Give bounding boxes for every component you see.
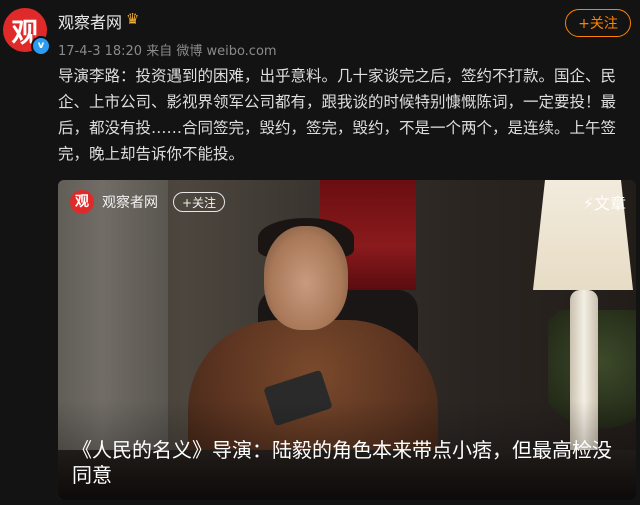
account-name[interactable]: 观察者网 [58, 9, 122, 33]
verified-badge-icon: v [31, 36, 51, 56]
video-still-face [264, 226, 348, 330]
article-title[interactable]: 《人民的名义》导演：陆毅的角色本来带点小痞，但最高检没同意 [72, 438, 627, 488]
post-text: 导演李路：投资遇到的困难，出乎意料。几十家谈完之后，签约不打款。国企、民企、上市… [58, 67, 617, 163]
follow-button[interactable]: +关注 [565, 9, 631, 37]
crown-icon: ♛ [126, 10, 140, 28]
card-follow-button[interactable]: +关注 [173, 192, 225, 212]
article-card[interactable]: 观 观察者网 +关注 ⚡文章 《人民的名义》导演：陆毅的角色本来带点小痞，但最高… [58, 180, 636, 500]
card-source-name[interactable]: 观察者网 [102, 192, 158, 212]
card-source-logo-icon[interactable]: 观 [70, 190, 94, 214]
post-meta: 17-4-3 18:20 来自 微博 weibo.com [58, 44, 277, 59]
article-badge: ⚡文章 [582, 194, 626, 213]
